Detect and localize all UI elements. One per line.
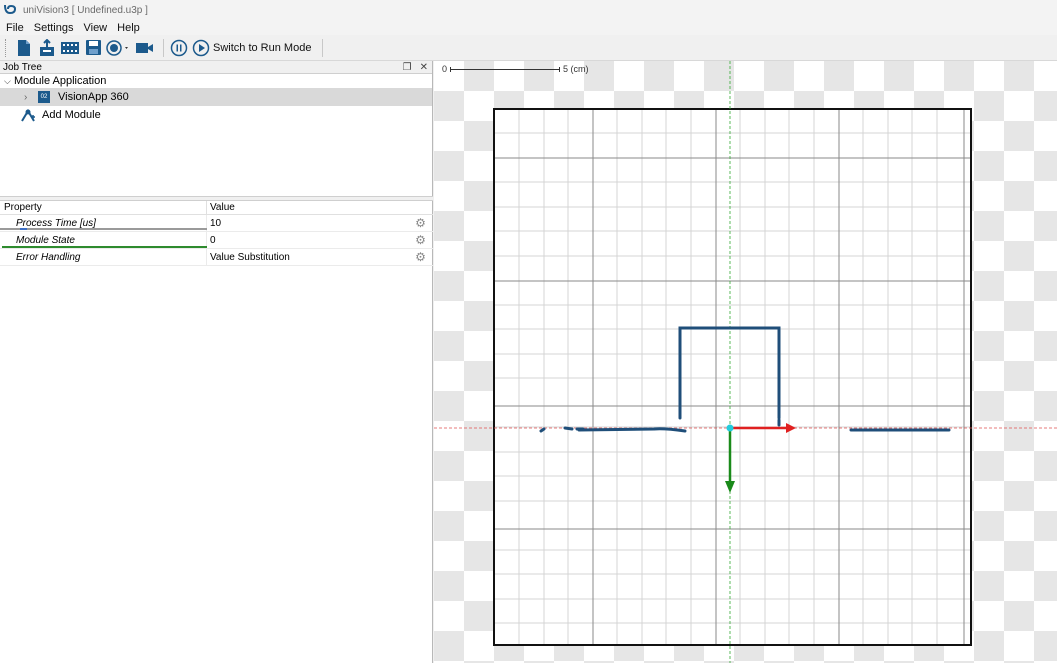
property-row-process-time[interactable]: Process Time [us] 10 ⚙	[0, 215, 433, 232]
save-button[interactable]	[83, 38, 103, 58]
property-row-error-handling[interactable]: Error Handling Value Substitution ⚙	[0, 249, 433, 266]
filmstrip-icon	[61, 41, 79, 54]
record-icon	[106, 39, 128, 56]
tree-item-visionapp[interactable]: › 02 VisionApp 360	[0, 88, 432, 106]
filmstrip-button[interactable]	[60, 38, 80, 58]
scale-end: 5	[563, 64, 569, 74]
toolbar-grip[interactable]	[5, 38, 8, 57]
profile-plot[interactable]	[434, 61, 1057, 663]
profile-viewer[interactable]: 0 5 (cm)	[434, 61, 1057, 663]
tree-item-label: Module Application	[14, 75, 107, 87]
scale-line	[450, 66, 561, 72]
property-value[interactable]: 0	[207, 232, 408, 248]
import-icon	[40, 38, 54, 56]
add-module-label: Add Module	[42, 109, 101, 121]
gear-icon[interactable]: ⚙	[408, 232, 433, 248]
property-value[interactable]: 10	[207, 215, 408, 231]
column-header-value[interactable]: Value	[207, 201, 235, 214]
app-badge-icon: 02	[38, 91, 50, 103]
tree-item-module-application[interactable]: ⌵ Module Application	[0, 74, 432, 88]
property-name: Error Handling	[16, 251, 81, 263]
scale-start: 0	[442, 64, 448, 74]
close-panel-icon[interactable]: ✕	[420, 62, 428, 73]
gear-icon[interactable]: ⚙	[408, 249, 433, 265]
record-button[interactable]	[106, 38, 132, 58]
property-table: Property Value Process Time [us] 10 ⚙ Mo…	[0, 201, 433, 266]
window-titlebar: uniVision3 [ Undefined.u3p ]	[0, 0, 1057, 20]
pause-icon	[170, 39, 188, 56]
profile-fragment	[563, 426, 574, 431]
import-button[interactable]	[37, 38, 57, 58]
menu-bar: File Settings View Help	[0, 20, 1057, 35]
menu-view[interactable]: View	[83, 22, 107, 34]
property-name-cell: Error Handling	[0, 249, 207, 265]
run-mode-label: Switch to Run Mode	[213, 41, 312, 54]
tree-item-label: VisionApp 360	[58, 91, 129, 103]
add-module-icon	[21, 109, 35, 122]
progress-track	[0, 228, 207, 230]
origin-point[interactable]	[726, 424, 734, 432]
window-title: uniVision3 [ Undefined.u3p ]	[23, 4, 148, 16]
menu-file[interactable]: File	[6, 22, 24, 34]
camera-icon	[136, 42, 153, 53]
scale-unit: (cm)	[570, 64, 589, 74]
new-file-button[interactable]	[14, 38, 34, 58]
scale-bar: 0 5 (cm)	[442, 64, 589, 74]
camera-button[interactable]	[135, 38, 155, 58]
plot-area	[494, 109, 971, 645]
univision-logo-icon	[4, 4, 17, 15]
property-name: Process Time [us]	[16, 217, 96, 229]
chevron-right-icon[interactable]: ›	[24, 92, 38, 103]
property-value[interactable]: Value Substitution	[207, 249, 408, 265]
property-name: Module State	[16, 234, 75, 246]
toolbar-separator-end	[322, 38, 324, 57]
progress-marker	[20, 228, 27, 230]
job-tree-title: Job Tree	[3, 61, 42, 73]
menu-help[interactable]: Help	[117, 22, 140, 34]
switch-run-mode-button[interactable]: Switch to Run Mode	[192, 38, 317, 58]
new-file-icon	[18, 39, 30, 56]
property-table-header: Property Value	[0, 201, 433, 215]
property-name-cell: Process Time [us]	[0, 215, 207, 231]
profile-left-segment	[577, 427, 687, 433]
job-tree: ⌵ Module Application › 02 VisionApp 360 …	[0, 74, 432, 196]
chevron-down-icon[interactable]: ⌵	[4, 76, 14, 87]
float-panel-icon[interactable]: ❐	[403, 62, 412, 73]
main-toolbar: Switch to Run Mode	[0, 35, 1057, 61]
column-header-property[interactable]: Property	[0, 201, 207, 214]
play-icon	[192, 39, 210, 56]
property-name-cell: Module State	[0, 232, 207, 248]
toolbar-separator	[163, 38, 164, 57]
save-icon	[85, 40, 101, 55]
gear-icon[interactable]: ⚙	[408, 215, 433, 231]
profile-fragment	[539, 427, 546, 433]
job-tree-header: Job Tree ❐ ✕	[0, 61, 432, 74]
pause-button[interactable]	[169, 38, 189, 58]
property-row-module-state[interactable]: Module State 0 ⚙	[0, 232, 433, 249]
status-underline	[2, 246, 207, 248]
menu-settings[interactable]: Settings	[34, 22, 74, 34]
left-panel: Job Tree ❐ ✕ ⌵ Module Application › 02 V…	[0, 61, 433, 663]
add-module-item[interactable]: Add Module	[0, 106, 432, 124]
